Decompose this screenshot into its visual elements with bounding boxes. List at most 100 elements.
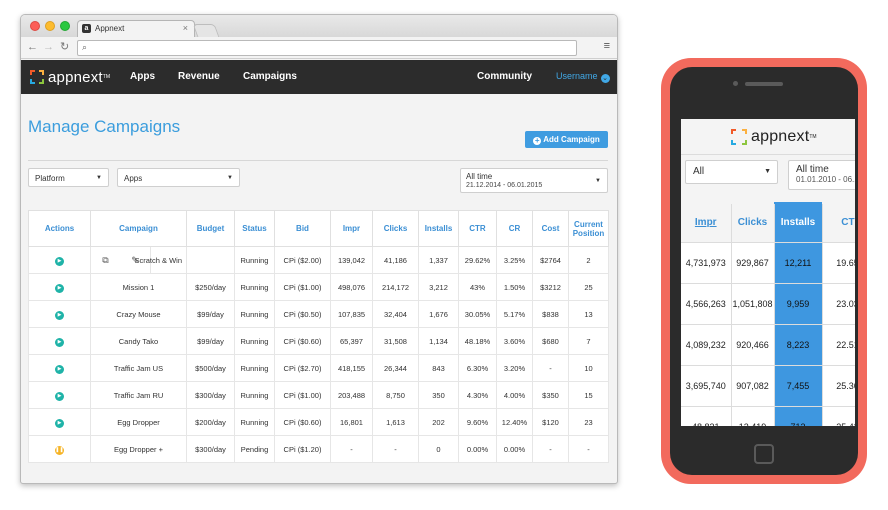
- mobile-appnext-logo[interactable]: appnext TM: [731, 128, 817, 146]
- mobile-date-select[interactable]: All time 01.01.2010 - 06.1: [788, 160, 855, 190]
- table-row[interactable]: ❚❚ Egg Dropper + $300/day Pending CPi ($1.20…: [28, 435, 609, 463]
- phone-home-button[interactable]: [754, 444, 774, 464]
- cost-cell: $350: [532, 381, 569, 409]
- position-cell: 13: [568, 300, 609, 328]
- add-campaign-button[interactable]: + Add Campaign: [525, 131, 608, 148]
- campaign-name[interactable]: Crazy Mouse: [116, 310, 160, 319]
- mobile-table-row[interactable]: 4,566,2631,051,8089,95923.03%: [681, 282, 855, 324]
- ctr-cell: 9.60%: [458, 408, 497, 436]
- column-header-clicks[interactable]: Clicks: [372, 210, 419, 247]
- status-cell: Pending: [234, 435, 275, 463]
- bid-cell: CPi ($1.20): [274, 435, 331, 463]
- impr-cell: 65,397: [330, 327, 373, 355]
- play-icon[interactable]: ▶: [55, 337, 64, 347]
- mobile-table-row[interactable]: 4,089,232920,4668,22322.51%: [681, 323, 855, 365]
- apps-select[interactable]: Apps ▼: [117, 168, 240, 187]
- nav-campaigns[interactable]: Campaigns: [243, 71, 297, 82]
- bid-cell: CPi ($0.60): [274, 327, 331, 355]
- impr-cell: 139,042: [330, 246, 373, 274]
- mobile-column-header-ctr[interactable]: CTR: [822, 204, 855, 242]
- column-header-budget[interactable]: Budget: [186, 210, 235, 247]
- position-cell: 15: [568, 381, 609, 409]
- mobile-impr-cell: 3,695,740: [681, 364, 732, 406]
- copy-icon[interactable]: ⧉: [102, 255, 108, 266]
- mobile-impr-cell: 4,089,232: [681, 323, 732, 365]
- table-row[interactable]: ▶ Mission 1 $250/day Running CPi ($1.00) 498,…: [28, 273, 609, 301]
- appnext-logo-mark-icon: [30, 70, 44, 84]
- appnext-logo[interactable]: appnext TM: [30, 68, 111, 86]
- minimize-window-button[interactable]: [45, 21, 55, 31]
- table-row[interactable]: ▶ Candy Tako $99/day Running CPi ($0.60) 65,3…: [28, 327, 609, 355]
- address-bar[interactable]: ⌕: [77, 40, 577, 56]
- table-row[interactable]: ▶ Traffic Jam US $500/day Running CPi ($2.70…: [28, 354, 609, 382]
- nav-apps[interactable]: Apps: [130, 71, 155, 82]
- pause-icon[interactable]: ❚❚: [55, 445, 64, 455]
- browser-tab[interactable]: a Appnext ×: [77, 20, 195, 37]
- column-header-bid[interactable]: Bid: [274, 210, 331, 247]
- column-header-campaign[interactable]: Campaign: [90, 210, 187, 247]
- ctr-cell: 43%: [458, 273, 497, 301]
- position-cell: 23: [568, 408, 609, 436]
- column-header-current-position[interactable]: Current Position: [568, 210, 609, 247]
- close-tab-icon[interactable]: ×: [183, 23, 188, 33]
- new-tab-button[interactable]: [192, 24, 220, 37]
- play-icon[interactable]: ▶: [55, 310, 64, 320]
- mobile-table-row[interactable]: 3,695,740907,0827,45525.36%: [681, 364, 855, 406]
- forward-arrow-icon[interactable]: →: [43, 40, 54, 54]
- date-range-select[interactable]: All time 21.12.2014 - 06.01.2015 ▼: [460, 168, 608, 193]
- campaign-name[interactable]: Traffic Jam US: [114, 364, 163, 373]
- back-arrow-icon[interactable]: ←: [27, 40, 38, 54]
- mobile-clicks-cell: 1,051,808: [731, 282, 775, 324]
- reload-icon[interactable]: ↻: [60, 40, 69, 54]
- chevron-down-icon: ⌄: [600, 74, 610, 83]
- zoom-window-button[interactable]: [60, 21, 70, 31]
- play-icon[interactable]: ▶: [55, 391, 64, 401]
- play-icon[interactable]: ▶: [55, 364, 64, 374]
- mobile-ctr-cell: 19.65%: [822, 241, 855, 283]
- budget-cell: $250/day: [186, 273, 235, 301]
- campaign-name[interactable]: Mission 1: [123, 283, 155, 292]
- mobile-filter-select[interactable]: All ▼: [685, 160, 778, 184]
- mobile-column-header-installs[interactable]: Installs: [774, 204, 823, 242]
- column-header-installs[interactable]: Installs: [418, 210, 459, 247]
- budget-cell: $200/day: [186, 408, 235, 436]
- mobile-filter-value: All: [693, 166, 705, 177]
- close-window-button[interactable]: [30, 21, 40, 31]
- campaign-cell: Traffic Jam RU: [90, 381, 187, 409]
- mobile-column-header-impr[interactable]: Impr: [681, 204, 732, 242]
- logo-text: appnext: [48, 68, 103, 86]
- column-header-cost[interactable]: Cost: [532, 210, 569, 247]
- campaign-name[interactable]: Candy Tako: [119, 337, 158, 346]
- mobile-installs-cell: 12,211: [774, 241, 823, 283]
- logo-trademark: TM: [102, 74, 111, 80]
- bid-cell: CPi ($0.50): [274, 300, 331, 328]
- column-header-impr[interactable]: Impr: [330, 210, 373, 247]
- play-icon[interactable]: ▶: [55, 283, 64, 293]
- mobile-table-row[interactable]: 4,731,973929,86712,21119.65%: [681, 241, 855, 283]
- actions-cell: ▶: [28, 246, 91, 274]
- mobile-column-header-clicks[interactable]: Clicks: [731, 204, 775, 242]
- column-header-ctr[interactable]: CTR: [458, 210, 497, 247]
- browser-menu-icon[interactable]: ≡: [604, 40, 610, 52]
- platform-select[interactable]: Platform ▼: [28, 168, 109, 187]
- column-header-actions[interactable]: Actions: [28, 210, 91, 247]
- column-header-cr[interactable]: CR: [496, 210, 533, 247]
- campaign-name[interactable]: Egg Dropper +: [114, 445, 163, 454]
- campaign-name[interactable]: Traffic Jam RU: [114, 391, 164, 400]
- nav-community[interactable]: Community: [477, 71, 532, 82]
- impr-cell: -: [330, 435, 373, 463]
- user-menu[interactable]: Username ⌄: [556, 71, 610, 83]
- table-row[interactable]: ▶ Egg Dropper $200/day Running CPi ($0.60) 16…: [28, 408, 609, 436]
- nav-revenue[interactable]: Revenue: [178, 71, 220, 82]
- play-icon[interactable]: ▶: [55, 418, 64, 428]
- table-row[interactable]: ▶ Traffic Jam RU $300/day Running CPi ($1.00…: [28, 381, 609, 409]
- table-row[interactable]: ▶ Crazy Mouse $99/day Running CPi ($0.50) 107…: [28, 300, 609, 328]
- column-header-status[interactable]: Status: [234, 210, 275, 247]
- campaign-name[interactable]: Egg Dropper: [117, 418, 160, 427]
- campaign-name[interactable]: Scratch & Win: [134, 256, 182, 265]
- table-row[interactable]: ▶ ⧉ ✎ Scratch & Win Running CPi ($2.00) 139,04…: [28, 246, 609, 274]
- mobile-table-row[interactable]: 48,83112,41971325.43%: [681, 405, 855, 426]
- ctr-cell: 48.18%: [458, 327, 497, 355]
- play-icon[interactable]: ▶: [55, 256, 64, 266]
- platform-select-value: Platform: [35, 174, 65, 183]
